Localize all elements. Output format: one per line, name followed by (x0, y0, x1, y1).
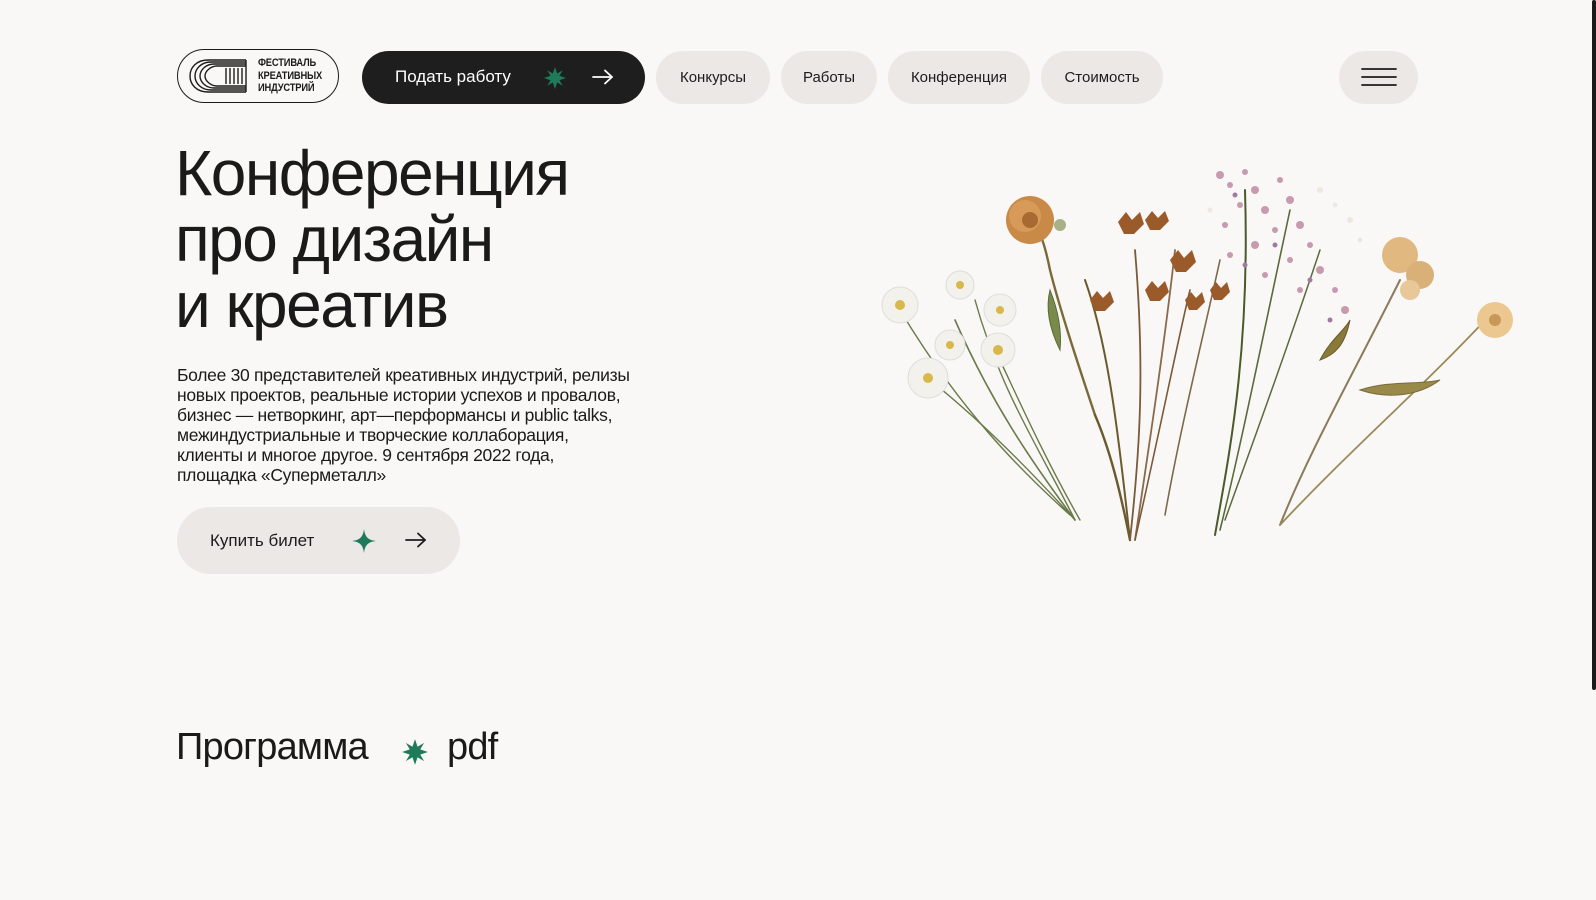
logo-mark-icon (189, 59, 247, 93)
submit-work-label: Подать работу (395, 67, 511, 86)
arrow-right-icon (405, 532, 426, 548)
submit-work-button[interactable]: Подать работу (362, 51, 645, 104)
nav-item-conference[interactable]: Конференция (888, 51, 1030, 104)
hero-title-line: и креатив (175, 269, 449, 341)
buy-ticket-button[interactable]: Купить билет (177, 507, 460, 574)
logo-line: ИНДУСТРИЙ (258, 82, 315, 94)
sparkle-icon (352, 529, 376, 553)
scrollbar[interactable] (1592, 0, 1596, 690)
nav-item-label: Стоимость (1064, 69, 1140, 86)
asterisk-burst-icon (402, 739, 428, 765)
hero-title: Конференция про дизайн и креатив (175, 137, 570, 341)
nav-item-contests[interactable]: Конкурсы (656, 51, 770, 104)
nav-item-label: Работы (802, 69, 856, 86)
hamburger-icon (1361, 68, 1397, 86)
dried-flowers-image (881, 169, 1513, 542)
festival-logo[interactable]: ФЕСТИВАЛЬ КРЕАТИВНЫХ ИНДУСТРИЙ (177, 49, 339, 103)
logo-text: ФЕСТИВАЛЬ КРЕАТИВНЫХ ИНДУСТРИЙ (258, 57, 322, 95)
hero-title-line: про дизайн (175, 203, 494, 275)
asterisk-burst-icon (544, 67, 566, 89)
hero-title-line: Конференция (175, 137, 570, 209)
nav-item-label: Конкурсы (679, 69, 747, 86)
hero-description: Более 30 представителей креативных индус… (177, 365, 630, 485)
nav-item-pricing[interactable]: Стоимость (1041, 51, 1163, 104)
nav-item-works[interactable]: Работы (781, 51, 877, 104)
menu-button[interactable] (1339, 51, 1418, 104)
program-label: Программа (176, 726, 369, 768)
logo-line: ФЕСТИВАЛЬ (258, 57, 317, 69)
program-format: pdf (447, 726, 498, 768)
buy-ticket-label: Купить билет (210, 531, 315, 550)
logo-line: КРЕАТИВНЫХ (258, 69, 323, 82)
arrow-right-icon (592, 69, 613, 85)
nav-item-label: Конференция (910, 69, 1008, 86)
